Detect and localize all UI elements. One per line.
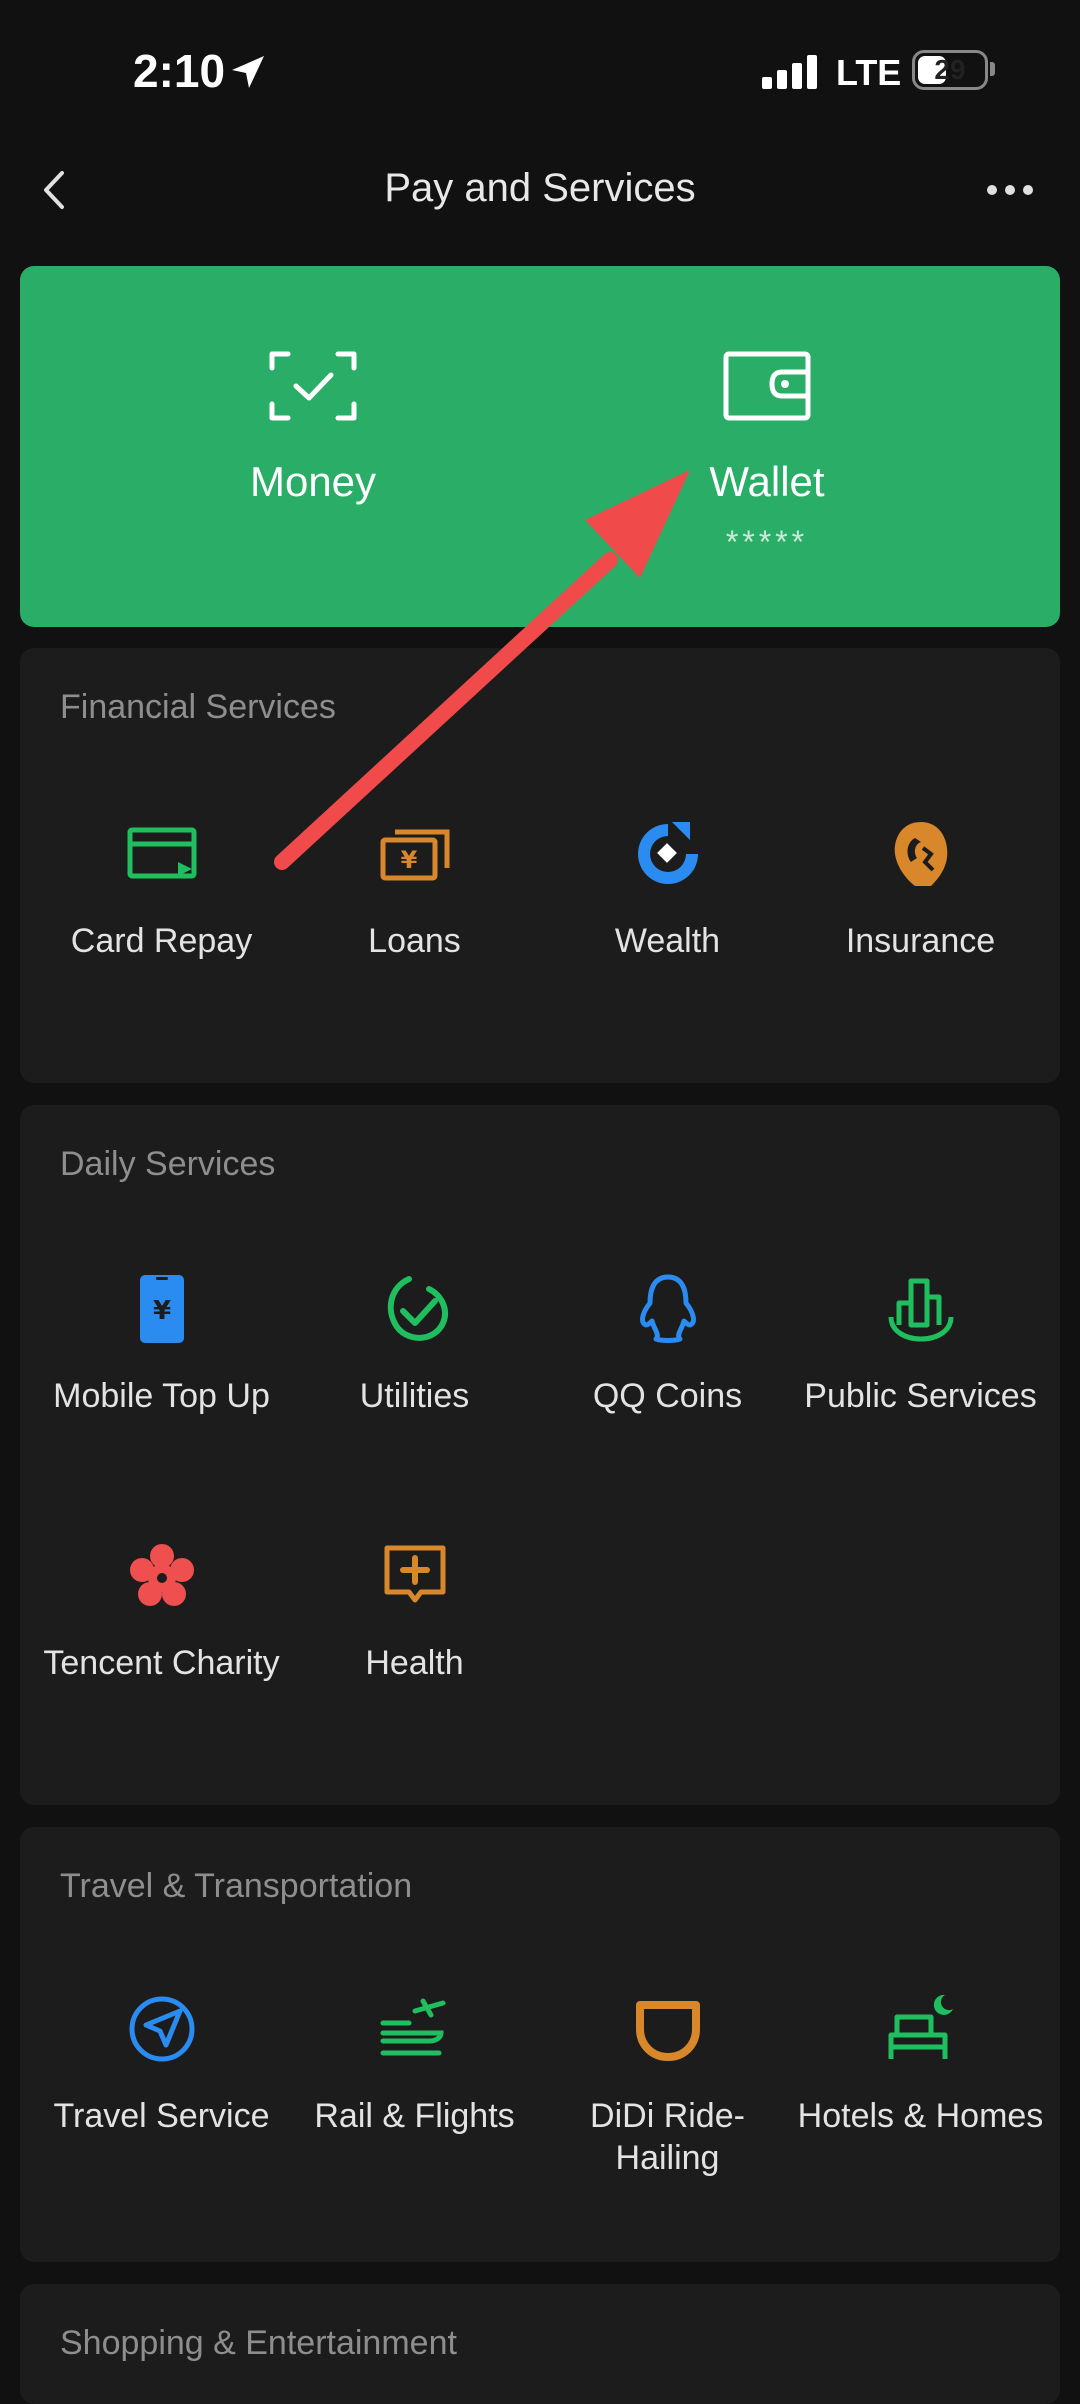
money-button[interactable]: Money [73,266,553,627]
section-title: Shopping & Entertainment [60,2324,457,2362]
didi-icon [635,2001,700,2061]
umbrella-shield-icon [894,822,947,886]
svg-text:¥: ¥ [400,846,417,874]
battery-tip [990,62,995,76]
wallet-balance-masked: ***** [725,524,809,560]
wallet-icon [723,351,811,421]
tile-label: Travel Service [53,2097,270,2135]
bed-icon [888,1994,953,2059]
tile-label: QQ Coins [592,1377,743,1415]
medical-cross-icon [384,1545,445,1603]
section-shopping-entertainment: Shopping & Entertainment [20,2284,1060,2404]
signal-icon [762,55,817,89]
tile-label: Public Services [804,1377,1037,1415]
tile-label: Utilities [359,1377,470,1415]
scan-check-icon [269,351,357,421]
leaf-check-icon [387,1276,448,1341]
tile-public-services[interactable]: Public Services [794,1273,1047,1503]
section-travel-transportation: Travel & Transportation Travel Service R… [20,1827,1060,2262]
section-title: Financial Services [60,688,336,726]
location-arrow-icon [232,56,264,88]
battery-level: 29 [934,54,966,85]
status-time: 2:10 [133,45,226,97]
tile-qq-coins[interactable]: QQ Coins [541,1273,794,1503]
tile-insurance[interactable]: Insurance [794,818,1047,1048]
pay-hero-card: Money Wallet ***** [20,266,1060,627]
more-options-icon[interactable] [980,165,1040,215]
phone-yuan-icon: ¥ [139,1275,184,1343]
battery-icon: 29 [912,50,988,90]
compass-icon [129,1996,194,2062]
status-bar: 2:10 LTE 29 [0,0,1080,140]
wallet-button[interactable]: Wallet ***** [527,266,1007,627]
section-daily-services: Daily Services ¥ Mobile Top Up Utilities… [20,1105,1060,1805]
tile-label: Insurance [845,922,996,960]
section-title: Daily Services [60,1145,276,1183]
tile-label: Wealth [614,922,721,960]
section-financial-services: Financial Services Card Repay ¥ Loans We… [20,648,1060,1083]
tile-label: DiDi Ride-Hailing [590,2097,745,2177]
tile-mobile-top-up[interactable]: ¥ Mobile Top Up [35,1273,288,1503]
tile-label: Card Repay [70,922,253,960]
yuan-bill-icon: ¥ [380,829,449,881]
tile-label: Tencent Charity [43,1644,280,1682]
nav-bar: Pay and Services [0,140,1080,240]
wallet-label: Wallet [709,458,825,505]
network-type: LTE [836,52,902,93]
money-label: Money [249,458,377,505]
tile-hotels-homes[interactable]: Hotels & Homes [794,1993,1047,2223]
tile-label: Loans [368,922,461,960]
tile-card-repay[interactable]: Card Repay [35,818,288,1048]
tile-health[interactable]: Health [288,1540,541,1770]
tile-label: Mobile Top Up [53,1377,270,1415]
tile-didi-ride-hailing[interactable]: DiDi Ride-Hailing [541,1993,794,2223]
tile-tencent-charity[interactable]: Tencent Charity [35,1540,288,1770]
tile-travel-service[interactable]: Travel Service [35,1993,288,2223]
tile-label: Health [365,1644,464,1682]
tile-rail-flights[interactable]: Rail & Flights [288,1993,541,2223]
tile-label: Hotels & Homes [797,2097,1044,2135]
wealth-swirl-icon [637,822,698,884]
page-title: Pay and Services [384,166,696,210]
city-building-icon [888,1278,953,1342]
penguin-icon [639,1274,696,1343]
section-title: Travel & Transportation [60,1867,413,1905]
tile-wealth[interactable]: Wealth [541,818,794,1048]
svg-text:¥: ¥ [152,1296,170,1326]
tile-loans[interactable]: ¥ Loans [288,818,541,1048]
tile-label: Rail & Flights [314,2097,515,2135]
train-plane-icon [380,1998,445,2056]
credit-card-icon [127,827,196,879]
flower-icon [129,1544,194,1606]
tile-utilities[interactable]: Utilities [288,1273,541,1503]
